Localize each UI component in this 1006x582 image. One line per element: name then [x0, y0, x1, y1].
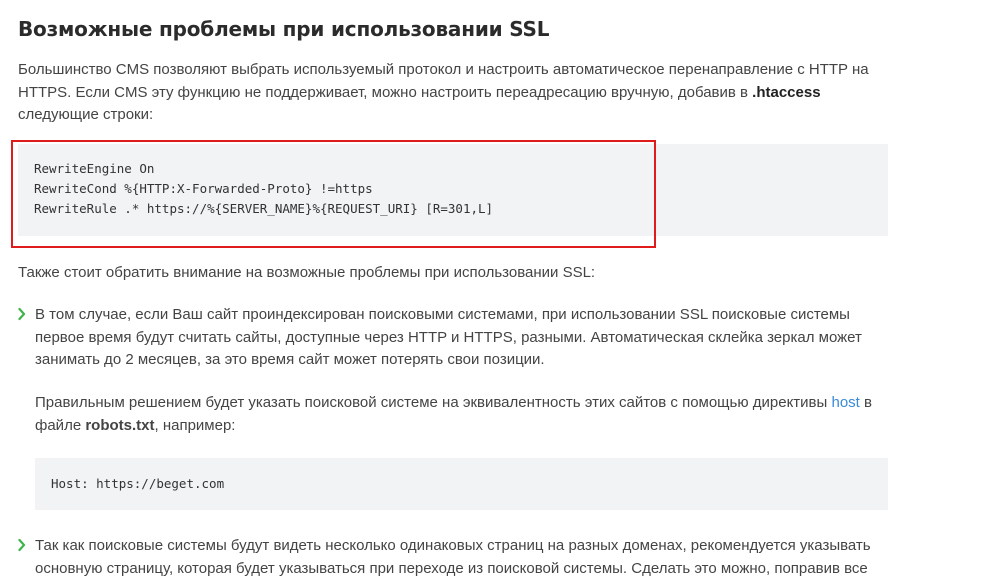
highlight-box: [11, 140, 656, 248]
chevron-right-icon: [18, 538, 26, 552]
also-note: Также стоит обратить внимание на возможн…: [18, 264, 596, 281]
code-line: Host: https://beget.com: [51, 476, 225, 491]
list-item-text: Так как поисковые системы будут видеть н…: [35, 537, 871, 577]
chevron-right-icon: [18, 307, 26, 321]
followup-text-end: , например:: [154, 416, 236, 434]
intro-text-end: следующие строки:: [18, 106, 154, 123]
intro-paragraph: Большинство CMS позволяют выбрать исполь…: [18, 59, 888, 127]
host-directive-link[interactable]: host: [831, 394, 859, 411]
list-item-followup: Правильным решением будет указать поиско…: [35, 392, 888, 437]
followup-text: Правильным решением будет указать поиско…: [35, 394, 832, 411]
htaccess-filename: .htaccess: [752, 83, 821, 101]
code-block-robots: Host: https://beget.com: [35, 458, 888, 510]
section-heading: Возможные проблемы при использовании SSL: [18, 17, 550, 41]
intro-text: Большинство CMS позволяют выбрать исполь…: [18, 61, 869, 101]
list-item-text: В том случае, если Ваш сайт проиндексиро…: [35, 306, 862, 368]
robots-filename: robots.txt: [85, 416, 155, 434]
